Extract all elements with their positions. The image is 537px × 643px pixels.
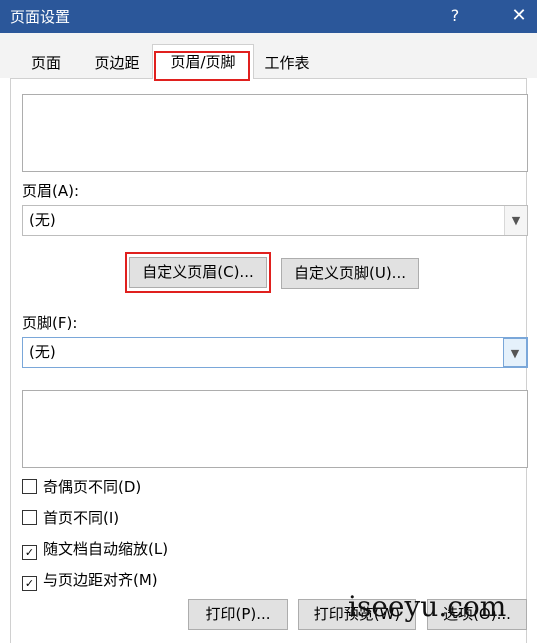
checkbox-label: 与页边距对齐(M) — [43, 571, 158, 589]
align-margins-checkbox[interactable]: ✓ 与页边距对齐(M) — [22, 571, 158, 591]
tab-margins[interactable]: 页边距 — [84, 48, 150, 78]
odd-even-checkbox[interactable]: 奇偶页不同(D) — [22, 478, 141, 496]
chevron-down-icon[interactable]: ▼ — [503, 338, 527, 367]
tab-sheet[interactable]: 工作表 — [254, 48, 320, 78]
header-select-value: (无) — [29, 211, 56, 229]
custom-footer-button[interactable]: 自定义页脚(U)... — [281, 258, 419, 289]
footer-preview — [22, 390, 528, 468]
close-icon[interactable]: ✕ — [505, 5, 533, 29]
checkbox-box[interactable] — [22, 479, 37, 494]
header-label: 页眉(A): — [22, 182, 80, 200]
header-preview — [22, 94, 528, 172]
help-icon[interactable]: ? — [441, 5, 469, 29]
scale-with-doc-checkbox[interactable]: ✓ 随文档自动缩放(L) — [22, 540, 168, 560]
checkbox-label: 奇偶页不同(D) — [43, 478, 142, 496]
footer-select-value: (无) — [29, 343, 56, 361]
header-select[interactable]: (无) ▼ — [22, 205, 528, 236]
chevron-down-icon[interactable]: ▼ — [504, 206, 527, 235]
check-mark-icon[interactable]: ✓ — [22, 545, 37, 560]
print-button[interactable]: 打印(P)... — [188, 599, 288, 630]
watermark: iseeyu.com — [348, 590, 507, 623]
dialog-title: 页面设置 — [10, 8, 71, 26]
title-bar: 页面设置 ? ✕ — [0, 0, 537, 33]
checkbox-label: 首页不同(I) — [43, 509, 120, 527]
checkbox-box[interactable] — [22, 510, 37, 525]
footer-label: 页脚(F): — [22, 314, 78, 332]
checkbox-label: 随文档自动缩放(L) — [43, 540, 169, 558]
check-mark-icon[interactable]: ✓ — [22, 576, 37, 591]
tab-page[interactable]: 页面 — [20, 48, 72, 78]
button-highlight-box — [125, 252, 271, 293]
footer-select[interactable]: (无) ▼ — [22, 337, 528, 368]
tab-highlight-box — [154, 51, 250, 81]
first-page-checkbox[interactable]: 首页不同(I) — [22, 509, 119, 527]
